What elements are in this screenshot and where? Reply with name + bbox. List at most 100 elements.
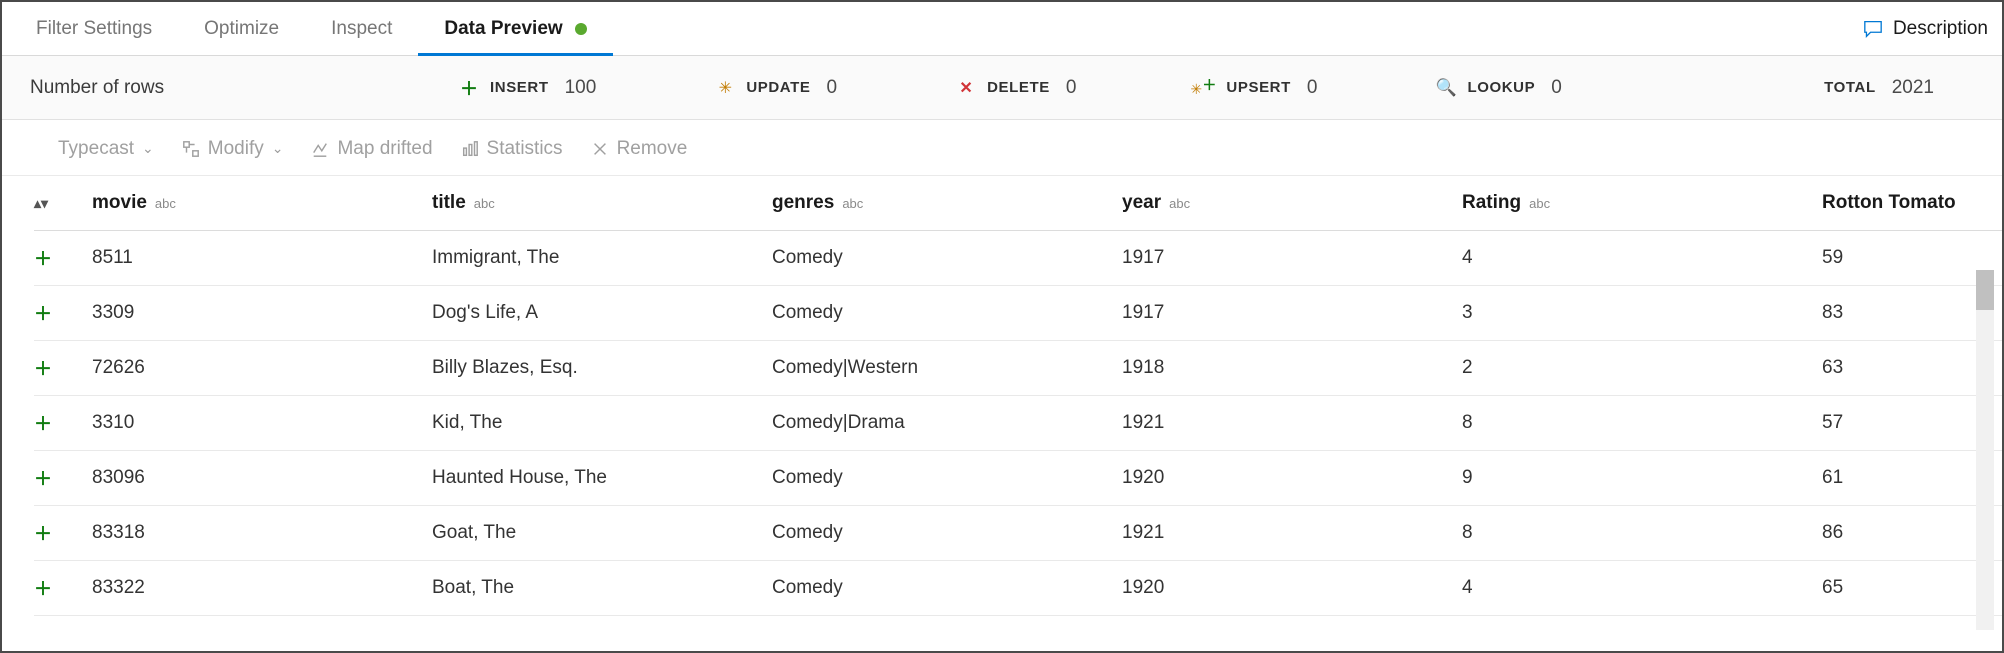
description-label: Description [1893,18,1988,40]
table: ▴▾ movieabc titleabc genresabc yearabc R… [34,176,2002,616]
statistics-icon [461,140,479,158]
button-label: Remove [617,138,688,160]
cell-title: Boat, The [432,561,772,616]
tab-filter-settings[interactable]: Filter Settings [10,4,178,57]
col-name: Rating [1462,192,1521,213]
cell-title: Immigrant, The [432,231,772,286]
cell-rotten: 57 [1822,396,2002,451]
cell-title: Kid, The [432,396,772,451]
cell-rating: 4 [1462,231,1822,286]
cell-year: 1917 [1122,286,1462,341]
cell-movie: 83096 [92,451,432,506]
table-row[interactable]: ＋3309Dog's Life, AComedy1917383 [34,286,2002,341]
col-name: movie [92,192,147,213]
tab-label: Data Preview [444,18,562,40]
modify-button[interactable]: Modify ⌄ [182,138,284,160]
cell-title: Haunted House, The [432,451,772,506]
cell-year: 1920 [1122,451,1462,506]
cell-genres: Comedy|Western [772,341,1122,396]
col-header-year[interactable]: yearabc [1122,176,1462,231]
stat-name: DELETE [987,79,1050,96]
stat-value: 0 [1551,77,1562,99]
col-type: abc [1529,196,1550,211]
col-header-rating[interactable]: Rating abc [1462,176,1822,231]
stat-delete: ✕ DELETE 0 [957,77,1076,99]
sun-icon: ✳ [716,79,734,97]
table-row[interactable]: ＋8511Immigrant, TheComedy1917459 [34,231,2002,286]
grid-toolbar: Typecast ⌄ Modify ⌄ Map drifted Statisti… [2,120,2002,176]
sort-icon: ▴▾ [34,195,48,211]
insert-row-icon: ＋ [34,414,52,434]
col-header-genres[interactable]: genresabc [772,176,1122,231]
cell-rating: 2 [1462,341,1822,396]
header-row: ▴▾ movieabc titleabc genresabc yearabc R… [34,176,2002,231]
button-label: Typecast [58,138,134,160]
scrollbar-thumb[interactable] [1976,270,1994,310]
stat-total: TOTAL 2021 [1824,77,1934,99]
typecast-button[interactable]: Typecast ⌄ [58,138,154,160]
cell-rating: 4 [1462,561,1822,616]
chevron-down-icon: ⌄ [142,140,154,157]
insert-row-icon: ＋ [34,524,52,544]
tab-optimize[interactable]: Optimize [178,4,305,57]
col-header-rotten[interactable]: Rotton Tomato [1822,176,2002,231]
insert-row-icon: ＋ [34,469,52,489]
table-row[interactable]: ＋83322Boat, TheComedy1920465 [34,561,2002,616]
app-frame: Filter Settings Optimize Inspect Data Pr… [0,0,2004,653]
cell-movie: 3309 [92,286,432,341]
stat-name: LOOKUP [1467,79,1535,96]
tab-inspect[interactable]: Inspect [305,4,418,57]
stat-value: 0 [1307,77,1318,99]
description-button[interactable]: Description [1863,18,1994,40]
cell-title: Goat, The [432,506,772,561]
stat-update: ✳ UPDATE 0 [716,77,837,99]
chevron-down-icon: ⌄ [272,140,284,157]
stat-value: 2021 [1892,77,1934,99]
col-type: abc [474,196,495,211]
stat-value: 0 [826,77,837,99]
table-row[interactable]: ＋3310Kid, TheComedy|Drama1921857 [34,396,2002,451]
tabstrip: Filter Settings Optimize Inspect Data Pr… [2,2,2002,56]
stat-name: INSERT [490,79,549,96]
cell-genres: Comedy|Drama [772,396,1122,451]
comment-icon [1863,20,1883,38]
statistics-button[interactable]: Statistics [461,138,563,160]
col-header-movie[interactable]: movie abc [92,176,432,231]
cell-rotten: 86 [1822,506,2002,561]
map-drifted-button[interactable]: Map drifted [311,138,432,160]
cell-rotten: 63 [1822,341,2002,396]
stat-value: 100 [565,77,597,99]
search-icon: 🔍 [1437,79,1455,97]
col-type: abc [155,196,176,211]
col-type: abc [1169,196,1190,211]
cell-movie: 8511 [92,231,432,286]
stat-value: 0 [1066,77,1077,99]
cell-movie: 3310 [92,396,432,451]
col-type: abc [842,196,863,211]
button-label: Modify [208,138,264,160]
insert-row-icon: ＋ [34,579,52,599]
col-header-title[interactable]: title abc [432,176,772,231]
plus-icon: ＋ [460,79,478,97]
tab-label: Optimize [204,18,279,40]
cell-genres: Comedy [772,451,1122,506]
tab-data-preview[interactable]: Data Preview [418,4,612,57]
remove-button[interactable]: Remove [591,138,688,160]
vertical-scrollbar[interactable] [1976,270,1994,630]
cell-rating: 8 [1462,506,1822,561]
col-name: title [432,192,466,213]
remove-icon [591,140,609,158]
cell-year: 1918 [1122,341,1462,396]
table-row[interactable]: ＋83096Haunted House, TheComedy1920961 [34,451,2002,506]
cell-year: 1917 [1122,231,1462,286]
col-name: year [1122,192,1161,213]
table-row[interactable]: ＋83318Goat, TheComedy1921886 [34,506,2002,561]
cell-genres: Comedy [772,286,1122,341]
cell-movie: 83318 [92,506,432,561]
cell-rotten: 65 [1822,561,2002,616]
sort-header[interactable]: ▴▾ [34,176,92,231]
stat-name: UPDATE [746,79,810,96]
cell-movie: 72626 [92,341,432,396]
table-row[interactable]: ＋72626Billy Blazes, Esq.Comedy|Western19… [34,341,2002,396]
cell-genres: Comedy [772,506,1122,561]
